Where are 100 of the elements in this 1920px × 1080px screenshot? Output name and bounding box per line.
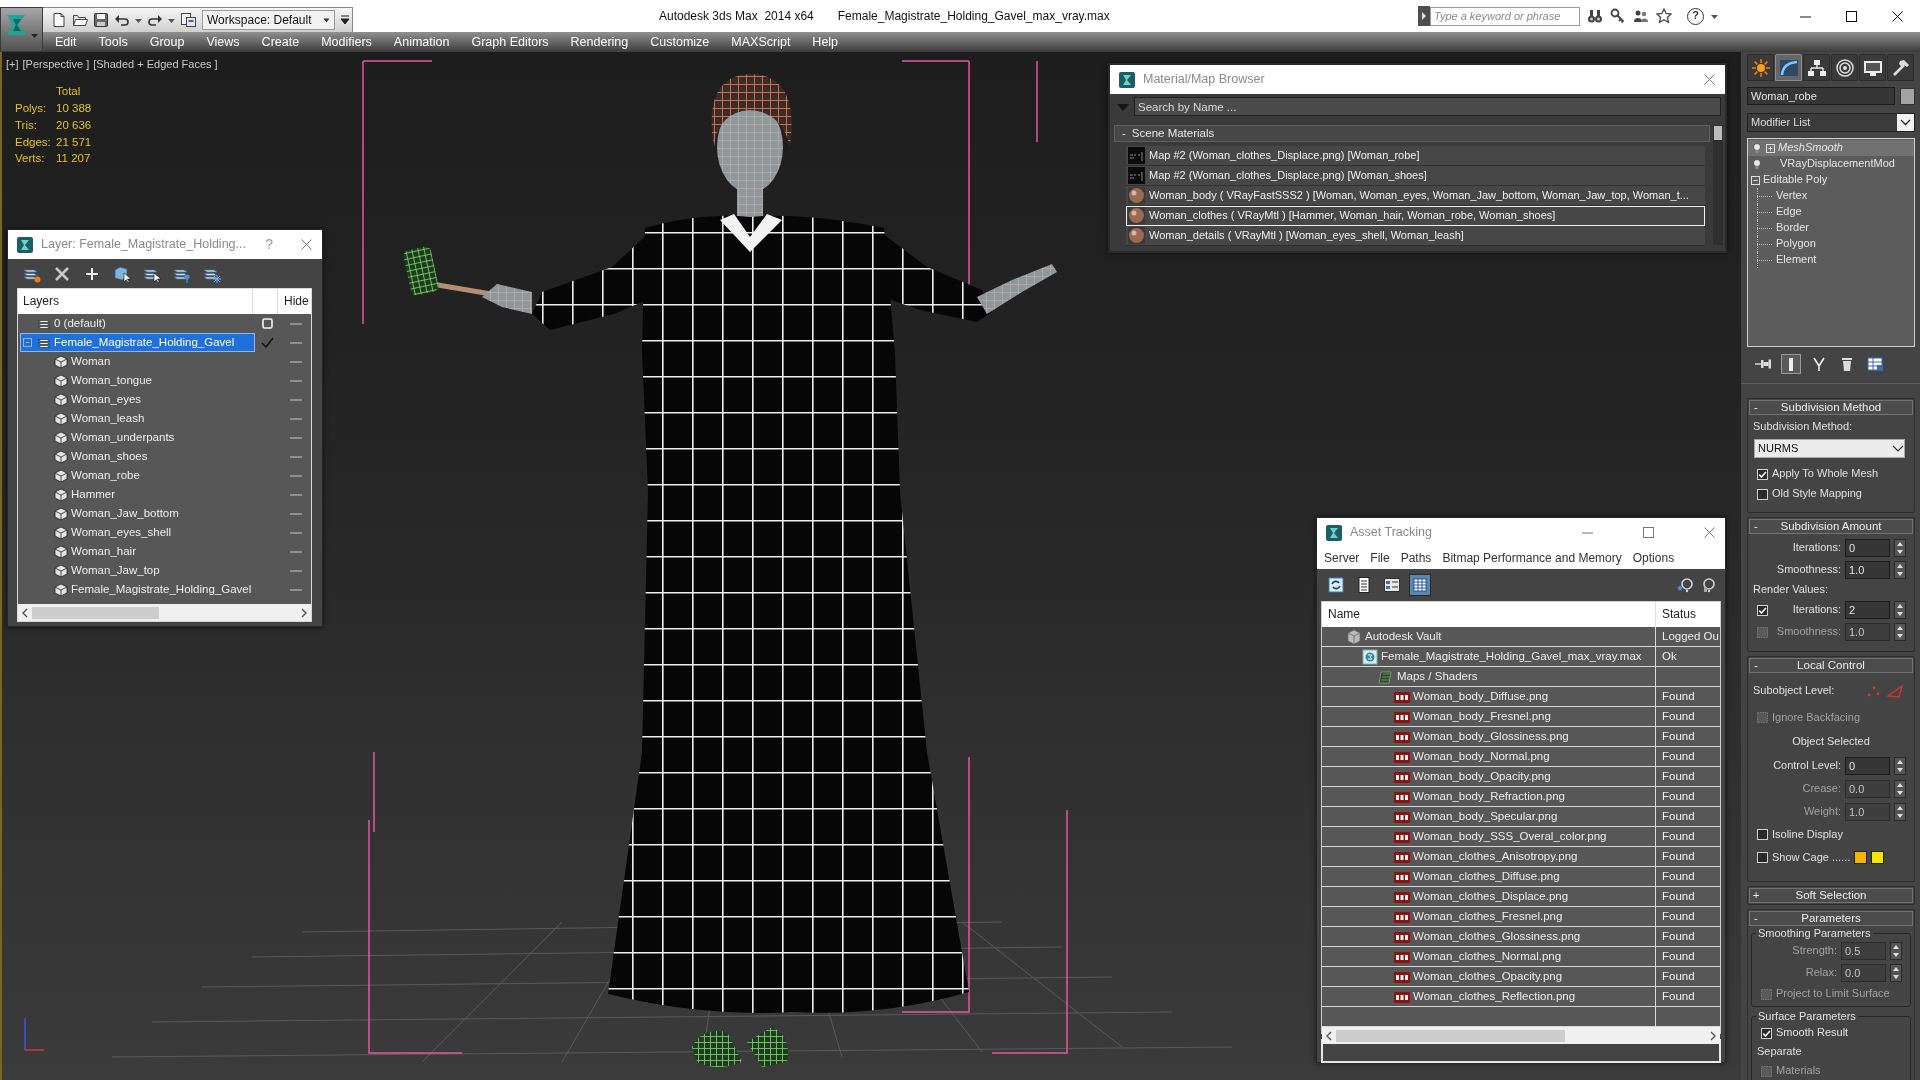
square-icon[interactable]	[262, 318, 273, 329]
app-logo-icon[interactable]	[0, 7, 43, 52]
stack-item[interactable]: VRayDisplacementMod	[1748, 156, 1914, 172]
swatch-icon[interactable]	[1871, 851, 1885, 864]
asset-row[interactable]: Woman_body_Glossiness.png Found	[1322, 727, 1720, 747]
rollout-header[interactable]: - Local Control	[1749, 658, 1913, 673]
viewport-menu[interactable]: [Perspective ]	[22, 58, 90, 72]
search-field[interactable]: Type a keyword or phrase	[1430, 6, 1580, 26]
spinner-arrows-icon[interactable]	[1894, 623, 1906, 641]
scrollbar-thumb[interactable]	[32, 606, 160, 619]
column-header[interactable]: Name	[1328, 607, 1360, 621]
motion-tab[interactable]	[1831, 54, 1858, 81]
stack-item[interactable]: Editable Poly	[1748, 172, 1914, 188]
menu-item[interactable]: Help	[800, 34, 849, 50]
bulb-icon[interactable]	[1751, 158, 1763, 170]
layer-item[interactable]: Woman_underpants	[20, 428, 255, 447]
swatch-icon[interactable]	[1854, 851, 1868, 864]
new-file-icon[interactable]	[51, 12, 67, 28]
close-icon[interactable]	[1891, 10, 1903, 22]
spinner-field[interactable]: 0	[1845, 756, 1890, 775]
asset-row[interactable]: Woman_body_Normal.png Found	[1322, 747, 1720, 767]
people-icon[interactable]	[1633, 8, 1649, 24]
pages-icon[interactable]	[180, 12, 196, 28]
utilities-tab[interactable]	[1887, 54, 1914, 81]
asset-row[interactable]: Woman_body_Opacity.png Found	[1322, 767, 1720, 787]
swatch-icon[interactable]	[1900, 87, 1915, 105]
asset-row[interactable]: Woman_clothes_Fresnel.png Found	[1322, 907, 1720, 927]
material-item[interactable]: Woman_body ( VRayFastSSS2 ) [Woman, Woman_eyes, Woman_Jaw_bottom, Woman_Jaw_top, Woman_t...	[1126, 186, 1705, 206]
layer-item[interactable]: Woman_eyes_shell	[20, 523, 255, 542]
ring-icon[interactable]	[1700, 575, 1718, 594]
layer-item[interactable]: Female_Magistrate_Holding_Gavel	[20, 333, 255, 352]
spinner-arrows-icon[interactable]	[1894, 802, 1906, 821]
hierarchy-tab[interactable]	[1803, 54, 1830, 81]
cube-cursor-icon[interactable]	[113, 264, 131, 283]
layer-item[interactable]: Woman_shoes	[20, 447, 255, 466]
layer-item[interactable]: Woman_leash	[20, 409, 255, 428]
menu-item[interactable]: Rendering	[558, 34, 639, 50]
stack-item[interactable]: Element	[1748, 252, 1914, 268]
horizontal-scrollbar[interactable]	[1322, 1027, 1720, 1044]
modify-tab[interactable]	[1775, 54, 1802, 81]
scroll-right-icon[interactable]	[300, 607, 308, 618]
menu-item[interactable]: Modifiers	[309, 34, 382, 50]
expand-icon[interactable]	[1766, 143, 1775, 153]
workspace-dropdown[interactable]: Workspace: Default	[202, 10, 335, 30]
scroll-right-icon[interactable]	[1709, 1030, 1717, 1041]
asset-row[interactable]: Woman_body_Fresnel.png Found	[1322, 707, 1720, 727]
spinner-field[interactable]: 0	[1845, 539, 1890, 557]
spinner-arrows-icon[interactable]	[1894, 561, 1906, 579]
stack-item[interactable]: Edge	[1748, 204, 1914, 220]
menu-item[interactable]: Edit	[43, 34, 87, 50]
asset-row[interactable]: Autodesk Vault Logged Ou	[1322, 627, 1720, 647]
material-item[interactable]: Map #2 (Woman_clothes_Displace.png) [Woman_shoes]	[1126, 166, 1705, 186]
table-icon[interactable]	[1865, 354, 1885, 374]
menu-item[interactable]: Customize	[638, 34, 720, 50]
expand-icon[interactable]	[1418, 6, 1430, 26]
dropdown[interactable]: NURMS	[1754, 439, 1905, 458]
menu-item[interactable]: MAXScript	[719, 34, 801, 50]
viewport-menu[interactable]: [+]	[6, 58, 19, 72]
column-header[interactable]: Status	[1662, 607, 1697, 621]
layer-item[interactable]: Hammer	[20, 485, 255, 504]
layer-item[interactable]: Woman_hair	[20, 542, 255, 561]
asset-row[interactable]: Woman_body_SSS_Overal_color.png Found	[1322, 827, 1720, 847]
bar-icon[interactable]	[1781, 354, 1801, 374]
layer-item[interactable]: Woman_Jaw_bottom	[20, 504, 255, 523]
display-tab[interactable]	[1859, 54, 1886, 81]
asset-row[interactable]: Maps / Shaders	[1322, 667, 1720, 687]
layer-item[interactable]: Female_Magistrate_Holding_Gavel	[20, 580, 255, 599]
menu-item[interactable]: Create	[249, 34, 310, 50]
menu-item[interactable]: Animation	[381, 34, 460, 50]
search-field[interactable]: Search by Name ...	[1134, 97, 1721, 116]
rollout-header[interactable]: - Subdivision Method	[1749, 400, 1913, 415]
asset-row[interactable]: Woman_body_Refraction.png Found	[1322, 787, 1720, 807]
vertical-scrollbar[interactable]	[1713, 125, 1723, 245]
rollout-header[interactable]: + Soft Selection	[1749, 888, 1913, 903]
redo-icon[interactable]	[147, 12, 163, 28]
layer-item[interactable]: Woman_robe	[20, 466, 255, 485]
create-tab[interactable]	[1747, 54, 1774, 81]
delete-icon[interactable]	[53, 264, 71, 283]
layer-item[interactable]: Woman_eyes	[20, 390, 255, 409]
material-item[interactable]: Map #2 (Woman_clothes_Displace.png) [Woman_robe]	[1126, 146, 1705, 166]
layer-item[interactable]: Woman	[20, 352, 255, 371]
menu-item[interactable]: Graph Editors	[459, 34, 559, 50]
column-header[interactable]: Layers	[23, 294, 60, 308]
stack-item[interactable]: Border	[1748, 220, 1914, 236]
layer-item[interactable]: Woman_tongue	[20, 371, 255, 390]
menu-item[interactable]: Group	[137, 34, 195, 50]
menu-item[interactable]: Options	[1627, 550, 1681, 566]
save-icon[interactable]	[93, 12, 109, 28]
rollout-header[interactable]: - Subdivision Amount	[1749, 519, 1913, 534]
layer-item[interactable]: Woman_Jaw_top	[20, 561, 255, 580]
menu-item[interactable]: Server	[1319, 550, 1366, 566]
viewport-menu[interactable]: [Shaded + Edged Faces ]	[93, 58, 218, 72]
scroll-left-icon[interactable]	[1325, 1030, 1333, 1041]
asset-row[interactable]: Female_Magistrate_Holding_Gavel_max_vray.max Ok	[1322, 647, 1720, 667]
asset-row[interactable]: Woman_clothes_Reflection.png Found	[1322, 987, 1720, 1007]
spinner-field[interactable]: 2	[1845, 601, 1890, 619]
bulb-icon[interactable]	[1751, 142, 1763, 154]
asset-row[interactable]: Woman_clothes_Diffuse.png Found	[1322, 867, 1720, 887]
menu-item[interactable]: Views	[194, 34, 250, 50]
spinner-arrows-icon[interactable]	[1890, 942, 1902, 960]
